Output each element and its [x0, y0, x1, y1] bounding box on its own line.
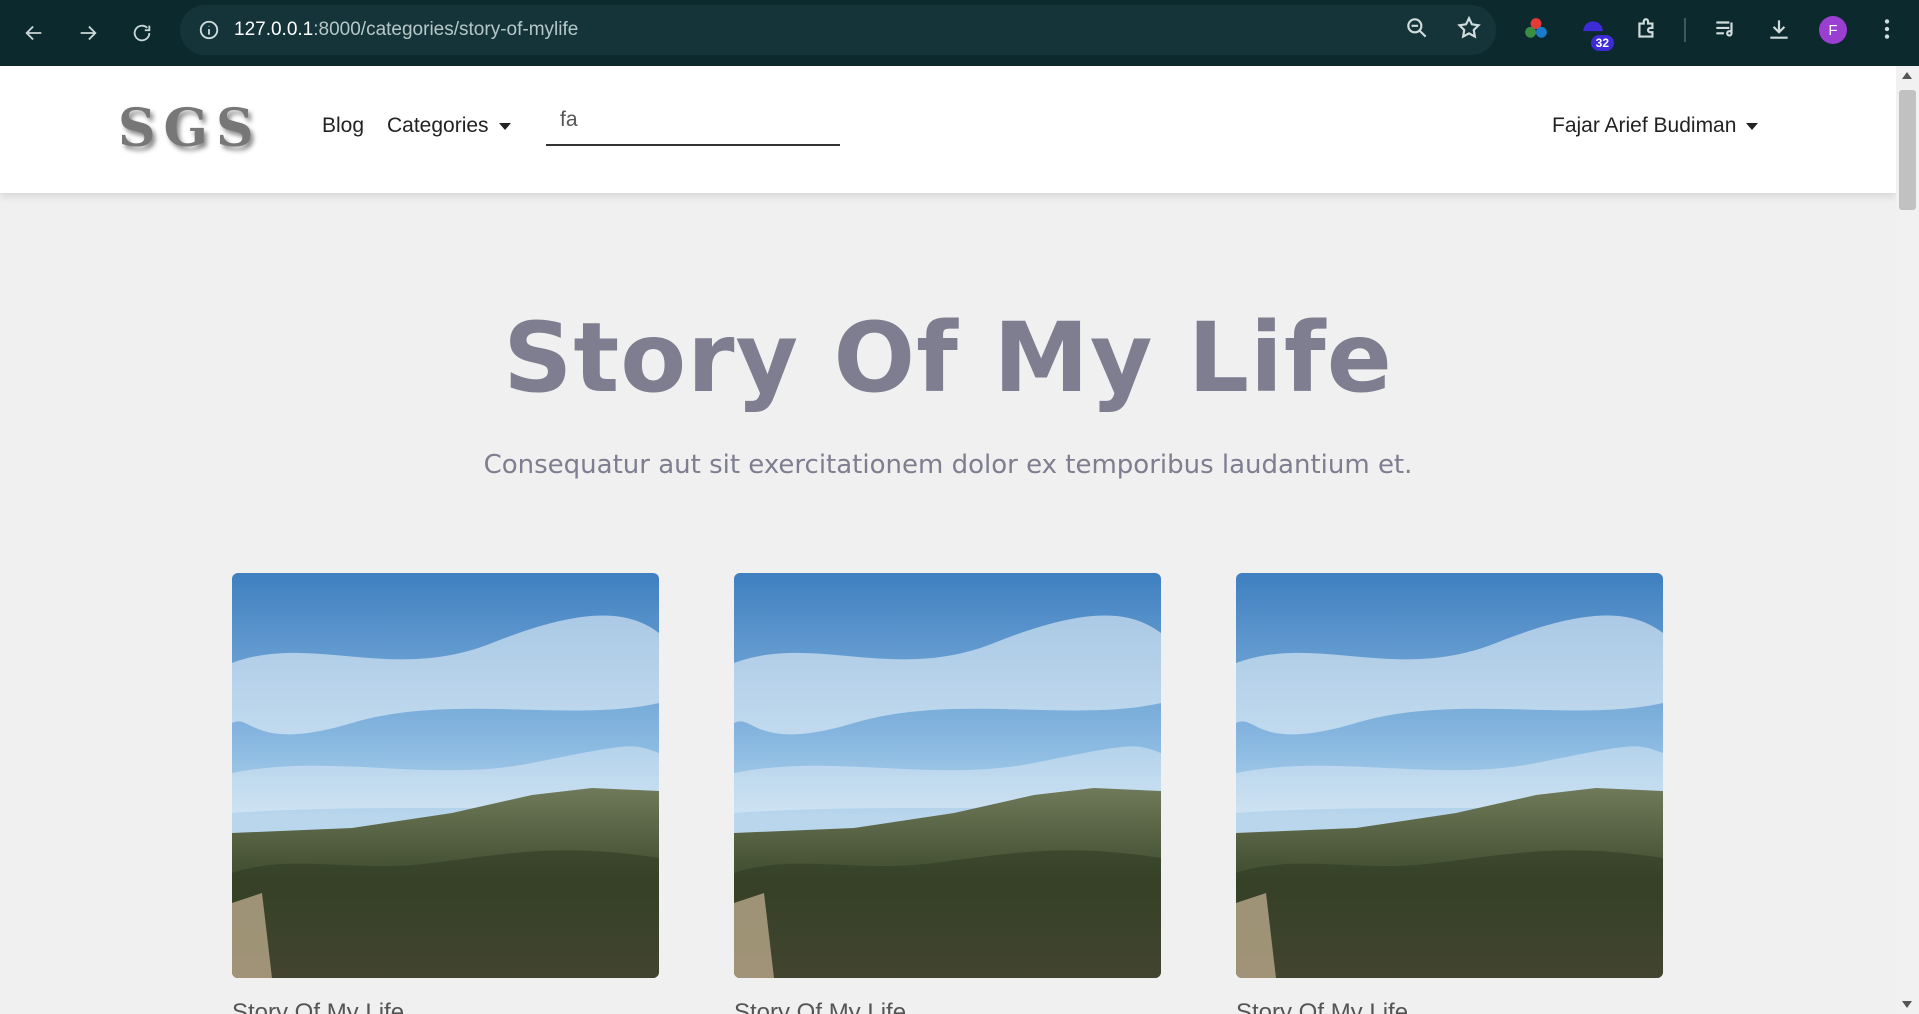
forward-button[interactable]	[70, 15, 106, 51]
post-card-title[interactable]: Story Of My Life	[734, 999, 906, 1014]
categories-label: Categories	[387, 114, 489, 137]
scroll-up-arrow-icon[interactable]	[1902, 72, 1912, 79]
page-viewport: SGS Blog Categories Fajar Arief Budiman …	[0, 66, 1896, 1014]
user-menu-dropdown[interactable]: Fajar Arief Budiman	[1552, 114, 1759, 138]
landscape-image	[734, 573, 1161, 978]
site-logo[interactable]: SGS	[118, 98, 262, 159]
toolbar-divider	[1684, 18, 1686, 42]
post-card-title[interactable]: Story Of My Life	[232, 999, 404, 1014]
post-card-image[interactable]	[734, 573, 1161, 978]
more-menu-icon[interactable]	[1874, 13, 1900, 45]
browser-toolbar: 127.0.0.1:8000/categories/story-of-mylif…	[0, 0, 1919, 66]
extension-badge-count: 32	[1590, 35, 1614, 51]
nav-link-blog[interactable]: Blog	[322, 114, 364, 138]
post-card-image[interactable]	[1236, 573, 1663, 978]
zoom-icon[interactable]	[1404, 15, 1430, 46]
scroll-thumb[interactable]	[1899, 90, 1916, 210]
search-input[interactable]	[546, 96, 840, 146]
color-extension-icon[interactable]	[1523, 13, 1549, 45]
extensions-puzzle-icon[interactable]	[1634, 13, 1660, 45]
bookmark-star-icon[interactable]	[1456, 15, 1482, 46]
nav-categories-dropdown[interactable]: Categories	[387, 114, 511, 138]
site-info-icon[interactable]	[194, 15, 224, 45]
page-subtitle: Consequatur aut sit exercitationem dolor…	[483, 450, 1413, 480]
back-button[interactable]	[16, 15, 52, 51]
reload-button[interactable]	[124, 15, 160, 51]
caret-down-icon	[1746, 122, 1759, 130]
scroll-down-arrow-icon[interactable]	[1902, 1001, 1912, 1008]
extension-badge-icon[interactable]: 32	[1580, 13, 1614, 51]
page-title: Story Of My Life	[503, 302, 1393, 414]
profile-avatar[interactable]: F	[1819, 16, 1847, 44]
caret-down-icon	[498, 122, 511, 130]
url-text[interactable]: 127.0.0.1:8000/categories/story-of-mylif…	[234, 19, 578, 41]
arrow-left-icon	[25, 25, 42, 41]
post-card-title[interactable]: Story Of My Life	[1236, 999, 1408, 1014]
media-queue-icon[interactable]	[1712, 13, 1738, 45]
arrow-right-icon	[80, 25, 97, 41]
page-scrollbar[interactable]	[1896, 66, 1919, 1014]
url-host: 127.0.0.1	[234, 19, 314, 40]
downloads-icon[interactable]	[1766, 13, 1792, 45]
post-card-image[interactable]	[232, 573, 659, 978]
landscape-image	[232, 573, 659, 978]
site-navbar: SGS Blog Categories Fajar Arief Budiman	[0, 66, 1896, 193]
reload-icon	[133, 24, 151, 42]
url-path: :8000/categories/story-of-mylife	[313, 19, 579, 40]
address-bar[interactable]: 127.0.0.1:8000/categories/story-of-mylif…	[180, 5, 1496, 55]
landscape-image	[1236, 573, 1663, 978]
user-name: Fajar Arief Budiman	[1552, 114, 1737, 137]
